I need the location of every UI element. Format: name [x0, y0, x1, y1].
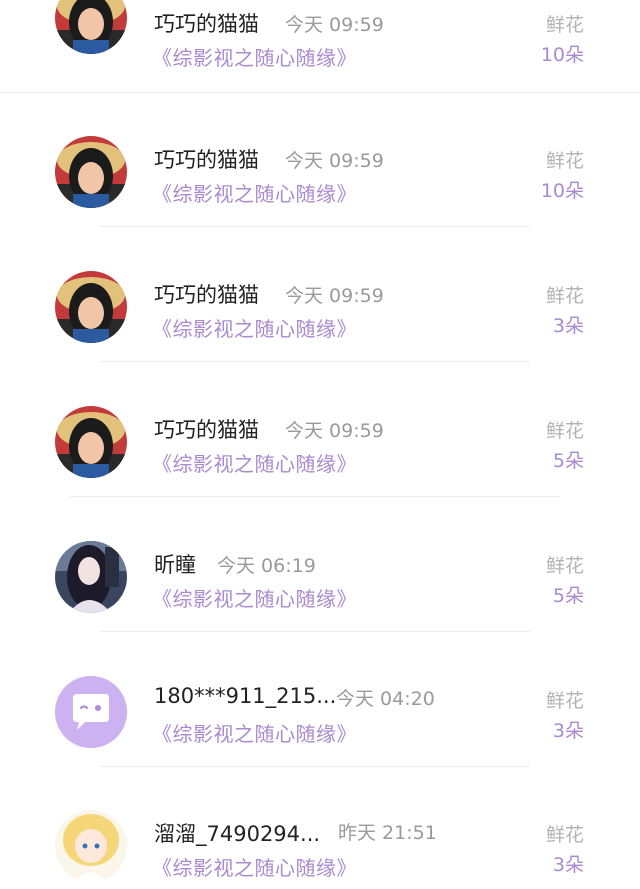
gift-type: 鲜花 [545, 824, 584, 846]
timestamp: 今天 09:59 [285, 14, 384, 36]
list-item[interactable]: 180***911_215... 今天 04:20 《综影视之随心随缘》 鲜花 … [0, 646, 640, 780]
divider [0, 92, 640, 93]
gift-count: 3朵 [552, 854, 584, 876]
user-name[interactable]: 巧巧的猫猫 [154, 8, 259, 38]
work-title-link[interactable]: 《综影视之随心随缘》 [152, 583, 357, 612]
work-title-link[interactable]: 《综影视之随心随缘》 [152, 178, 357, 207]
user-name[interactable]: 溜溜_7490294... [154, 818, 320, 848]
list-item[interactable]: 巧巧的猫猫 今天 09:59 《综影视之随心随缘》 鲜花 10朵 [0, 0, 640, 106]
gift-type: 鲜花 [545, 555, 584, 577]
avatar[interactable] [55, 406, 127, 478]
work-title-link[interactable]: 《综影视之随心随缘》 [152, 313, 357, 342]
user-name[interactable]: 巧巧的猫猫 [154, 144, 259, 174]
list-item[interactable]: 昕瞳 今天 06:19 《综影视之随心随缘》 鲜花 5朵 [0, 511, 640, 645]
gift-type: 鲜花 [545, 690, 584, 712]
divider [100, 361, 530, 362]
timestamp: 今天 06:19 [217, 555, 316, 577]
list-item[interactable]: 巧巧的猫猫 今天 09:59 《综影视之随心随缘》 鲜花 5朵 [0, 376, 640, 510]
work-title-link[interactable]: 《综影视之随心随缘》 [152, 852, 357, 881]
gift-type: 鲜花 [545, 285, 584, 307]
avatar[interactable] [55, 676, 127, 748]
divider [70, 496, 560, 497]
gift-count: 5朵 [552, 450, 584, 472]
gift-count: 10朵 [540, 44, 584, 66]
divider [100, 631, 530, 632]
avatar[interactable] [55, 541, 127, 613]
user-name[interactable]: 昕瞳 [154, 549, 196, 579]
avatar[interactable] [55, 271, 127, 343]
divider [100, 226, 530, 227]
gift-type: 鲜花 [545, 420, 584, 442]
gift-count: 3朵 [552, 315, 584, 337]
chat-bubble-icon [55, 676, 127, 748]
divider [100, 766, 530, 767]
work-title-link[interactable]: 《综影视之随心随缘》 [152, 448, 357, 477]
avatar[interactable] [55, 0, 127, 54]
list-item[interactable]: 巧巧的猫猫 今天 09:59 《综影视之随心随缘》 鲜花 10朵 [0, 106, 640, 240]
gift-count: 10朵 [540, 180, 584, 202]
avatar[interactable] [55, 810, 127, 882]
timestamp: 今天 09:59 [285, 285, 384, 307]
user-name[interactable]: 180***911_215... [154, 684, 336, 708]
timestamp: 昨天 21:51 [338, 822, 437, 844]
gift-count: 3朵 [552, 720, 584, 742]
work-title-link[interactable]: 《综影视之随心随缘》 [152, 42, 357, 71]
timestamp: 今天 04:20 [336, 688, 435, 710]
timestamp: 今天 09:59 [285, 420, 384, 442]
gift-type: 鲜花 [545, 14, 584, 36]
list-item[interactable]: 溜溜_7490294... 昨天 21:51 《综影视之随心随缘》 鲜花 3朵 [0, 780, 640, 889]
gift-type: 鲜花 [545, 150, 584, 172]
gift-count: 5朵 [552, 585, 584, 607]
gift-record-list: 巧巧的猫猫 今天 09:59 《综影视之随心随缘》 鲜花 10朵 巧巧的猫猫 今… [0, 0, 640, 889]
timestamp: 今天 09:59 [285, 150, 384, 172]
user-name[interactable]: 巧巧的猫猫 [154, 279, 259, 309]
list-item[interactable]: 巧巧的猫猫 今天 09:59 《综影视之随心随缘》 鲜花 3朵 [0, 241, 640, 375]
avatar[interactable] [55, 136, 127, 208]
work-title-link[interactable]: 《综影视之随心随缘》 [152, 718, 357, 747]
user-name[interactable]: 巧巧的猫猫 [154, 414, 259, 444]
